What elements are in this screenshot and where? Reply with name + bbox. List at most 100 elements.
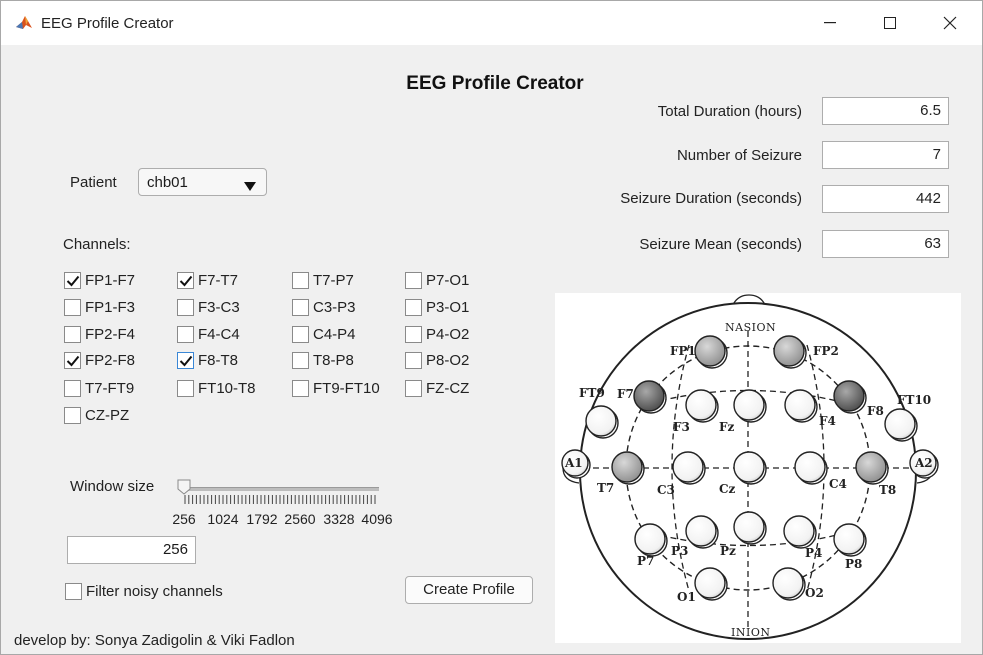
- slider-thumb[interactable]: [177, 479, 191, 499]
- patient-dropdown[interactable]: chb01: [138, 168, 267, 196]
- channel-checkbox-c3-p3[interactable]: C3-P3: [292, 297, 356, 317]
- channel-label: CZ-PZ: [85, 406, 130, 424]
- inion-label: INION: [731, 626, 770, 639]
- electrode-label-fp1: FP1: [670, 344, 696, 358]
- electrode-p7: [634, 523, 666, 555]
- channel-label: F4-C4: [198, 325, 240, 343]
- electrode-t8: [855, 451, 887, 483]
- maximize-icon: [883, 16, 896, 29]
- number-of-seizure-label: Number of Seizure: [676, 147, 802, 164]
- electrode-label-f4: F4: [819, 414, 836, 428]
- checkbox-box: [64, 325, 81, 343]
- total-duration-field[interactable]: 6.5: [822, 97, 949, 125]
- checkbox-box: [405, 351, 422, 369]
- channel-checkbox-t7-p7[interactable]: T7-P7: [292, 270, 354, 290]
- channel-checkbox-fz-cz[interactable]: FZ-CZ: [405, 378, 469, 398]
- total-duration-label: Total Duration (hours): [657, 103, 802, 120]
- electrode-t7: [611, 451, 643, 483]
- electrode-c4: [794, 451, 826, 483]
- window-size-field[interactable]: 256: [67, 536, 196, 564]
- slider-tick-label: 1792: [246, 511, 278, 527]
- electrode-label-c3: C3: [657, 483, 675, 497]
- checkbox-box: [177, 379, 194, 397]
- checkmark-icon: [64, 271, 81, 289]
- slider-tick-label: 1024: [207, 511, 239, 527]
- checkbox-box: [405, 379, 422, 397]
- window-title: EEG Profile Creator: [41, 15, 174, 32]
- checkbox-box: [64, 406, 81, 424]
- channel-checkbox-f3-c3[interactable]: F3-C3: [177, 297, 240, 317]
- channel-checkbox-p3-o1[interactable]: P3-O1: [405, 297, 469, 317]
- number-of-seizure-field[interactable]: 7: [822, 141, 949, 169]
- seizure-mean-field[interactable]: 63: [822, 230, 949, 258]
- checkmark-icon: [177, 271, 194, 289]
- channel-checkbox-p4-o2[interactable]: P4-O2: [405, 324, 469, 344]
- channel-checkbox-t7-ft9[interactable]: T7-FT9: [64, 378, 134, 398]
- checkbox-box: [177, 325, 194, 343]
- channel-label: FT9-FT10: [313, 379, 380, 397]
- electrode-label-p3: P3: [671, 544, 688, 558]
- electrode-fp2: [773, 335, 805, 367]
- electrode-ft9: [585, 405, 617, 437]
- channel-checkbox-fp2-f8[interactable]: FP2-F8: [64, 350, 135, 370]
- slider-ticks: [184, 495, 376, 504]
- seizure-duration-label: Seizure Duration (seconds): [620, 190, 802, 207]
- channel-checkbox-f4-c4[interactable]: F4-C4: [177, 324, 240, 344]
- filter-noisy-checkbox[interactable]: Filter noisy channels: [65, 581, 223, 601]
- electrode-f4: [784, 389, 816, 421]
- electrode-label-f7: F7: [617, 387, 634, 401]
- channel-label: P8-O2: [426, 351, 470, 369]
- filter-noisy-label: Filter noisy channels: [86, 582, 223, 600]
- matlab-icon: [14, 13, 34, 33]
- minimize-button[interactable]: [800, 1, 860, 45]
- electrode-o1: [694, 567, 726, 599]
- page-title: EEG Profile Creator: [406, 73, 584, 94]
- window-size-slider[interactable]: [177, 479, 381, 513]
- electrode-label-ft10: FT10: [897, 393, 931, 407]
- slider-tick-label: 4096: [361, 511, 393, 527]
- electrode-label-p4: P4: [805, 546, 822, 560]
- channel-checkbox-ft9-ft10[interactable]: FT9-FT10: [292, 378, 380, 398]
- checkmark-icon: [177, 351, 194, 369]
- channel-checkbox-p7-o1[interactable]: P7-O1: [405, 270, 469, 290]
- electrode-o2: [772, 567, 804, 599]
- electrode-label-fz: Fz: [719, 420, 735, 434]
- create-profile-button[interactable]: Create Profile: [405, 576, 533, 604]
- close-button[interactable]: [920, 1, 980, 45]
- channel-checkbox-fp1-f7[interactable]: FP1-F7: [64, 270, 135, 290]
- electrode-label-pz: Pz: [720, 544, 736, 558]
- electrode-fp1: [694, 335, 726, 367]
- channels-label: Channels:: [63, 236, 131, 253]
- channel-checkbox-fp2-f4[interactable]: FP2-F4: [64, 324, 135, 344]
- checkbox-box: [292, 298, 309, 316]
- checkbox-box: [405, 271, 422, 289]
- window-size-label: Window size: [70, 478, 155, 495]
- app-window: EEG Profile Creator EEG Profile Creator …: [0, 0, 983, 655]
- channel-checkbox-ft10-t8[interactable]: FT10-T8: [177, 378, 256, 398]
- electrode-label-ft9: FT9: [579, 386, 605, 400]
- seizure-duration-field[interactable]: 442: [822, 185, 949, 213]
- channel-label: FP1-F7: [85, 271, 136, 289]
- channel-label: P4-O2: [426, 325, 470, 343]
- seizure-mean-label: Seizure Mean (seconds): [639, 236, 802, 253]
- channel-checkbox-cz-pz[interactable]: CZ-PZ: [64, 405, 129, 425]
- electrode-f7: [633, 380, 665, 412]
- channel-checkbox-p8-o2[interactable]: P8-O2: [405, 350, 469, 370]
- electrode-label-o1: O1: [677, 590, 696, 604]
- electrode-label-o2: O2: [805, 586, 824, 600]
- checkbox-box: [405, 298, 422, 316]
- channel-label: T8-P8: [313, 351, 354, 369]
- channel-label: FP2-F8: [85, 351, 136, 369]
- channel-label: T7-FT9: [85, 379, 135, 397]
- channel-checkbox-f7-t7[interactable]: F7-T7: [177, 270, 238, 290]
- maximize-button[interactable]: [860, 1, 920, 45]
- channel-label: P3-O1: [426, 298, 470, 316]
- slider-track: [183, 487, 379, 491]
- channel-checkbox-c4-p4[interactable]: C4-P4: [292, 324, 356, 344]
- channel-label: F3-C3: [198, 298, 240, 316]
- channel-checkbox-f8-t8[interactable]: F8-T8: [177, 350, 238, 370]
- channel-checkbox-fp1-f3[interactable]: FP1-F3: [64, 297, 135, 317]
- channel-label: T7-P7: [313, 271, 354, 289]
- electrode-p8: [833, 523, 865, 555]
- channel-checkbox-t8-p8[interactable]: T8-P8: [292, 350, 354, 370]
